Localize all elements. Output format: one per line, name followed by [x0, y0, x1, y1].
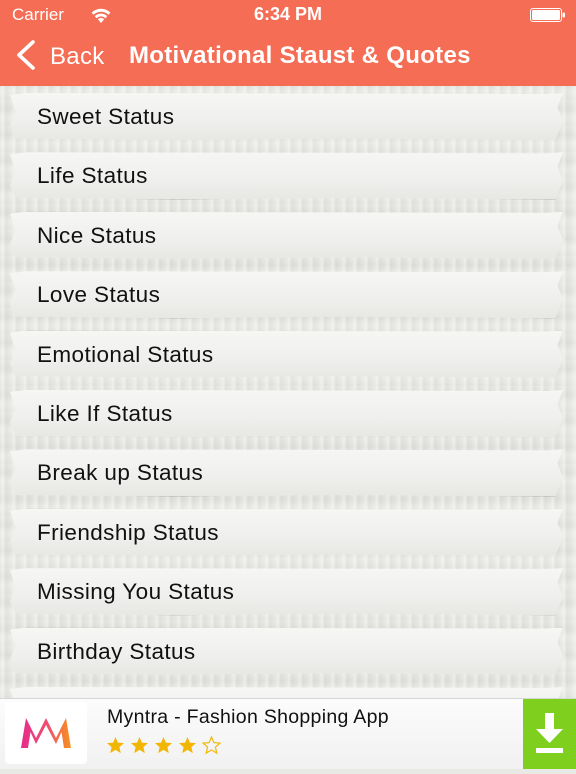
- category-label: Life Status: [37, 163, 148, 189]
- category-row[interactable]: Like If Status: [10, 390, 563, 437]
- star-filled-icon: [131, 737, 148, 754]
- star-filled-icon: [155, 737, 172, 754]
- header: Carrier 6:34 PM Back Motivational Staust…: [0, 0, 576, 86]
- myntra-logo-icon[interactable]: [5, 702, 87, 764]
- download-button[interactable]: [523, 699, 576, 769]
- back-button[interactable]: Back: [14, 39, 105, 75]
- category-row[interactable]: Friendship Status: [10, 508, 563, 556]
- ad-title[interactable]: Myntra - Fashion Shopping App: [107, 706, 389, 729]
- category-row[interactable]: Love Status: [10, 271, 563, 319]
- category-label: Missing You Status: [37, 579, 235, 605]
- category-label: Break up Status: [37, 460, 204, 486]
- category-label: Love Status: [37, 282, 161, 308]
- status-time: 6:34 PM: [253, 4, 323, 24]
- download-icon: [523, 713, 576, 773]
- star-filled-icon: [179, 737, 196, 754]
- category-label: Sweet Status: [37, 104, 175, 129]
- ad-banner[interactable]: Myntra - Fashion Shopping App: [0, 698, 576, 769]
- category-row[interactable]: Birthday Status: [10, 627, 563, 675]
- ad-rating: [106, 736, 226, 755]
- category-row[interactable]: Missing You Status: [10, 568, 563, 616]
- category-row[interactable]: [10, 687, 563, 698]
- category-row[interactable]: Nice Status: [10, 211, 563, 259]
- page-title: Motivational Staust & Quotes: [129, 42, 471, 69]
- category-label: Emotional Status: [37, 341, 214, 367]
- category-label: Nice Status: [37, 222, 157, 248]
- star-filled-icon: [107, 737, 124, 754]
- category-label: Friendship Status: [37, 519, 219, 545]
- category-row[interactable]: Sweet Status: [10, 93, 563, 140]
- chevron-left-icon: [14, 39, 38, 75]
- category-row[interactable]: Break up Status: [10, 449, 563, 497]
- category-row[interactable]: Life Status: [10, 152, 563, 200]
- category-list-background: Sweet Status Life Status Nice Status Love S…: [0, 86, 576, 698]
- star-empty-icon: [202, 736, 221, 755]
- category-label: Birthday Status: [37, 638, 196, 664]
- category-row[interactable]: Emotional Status: [10, 330, 563, 378]
- status-bar: Carrier 6:34 PM: [0, 0, 576, 30]
- back-label: Back: [50, 43, 105, 70]
- category-label: Like If Status: [37, 401, 173, 426]
- navigation-bar: Back Motivational Staust & Quotes: [0, 30, 576, 86]
- battery-icon: [530, 8, 566, 22]
